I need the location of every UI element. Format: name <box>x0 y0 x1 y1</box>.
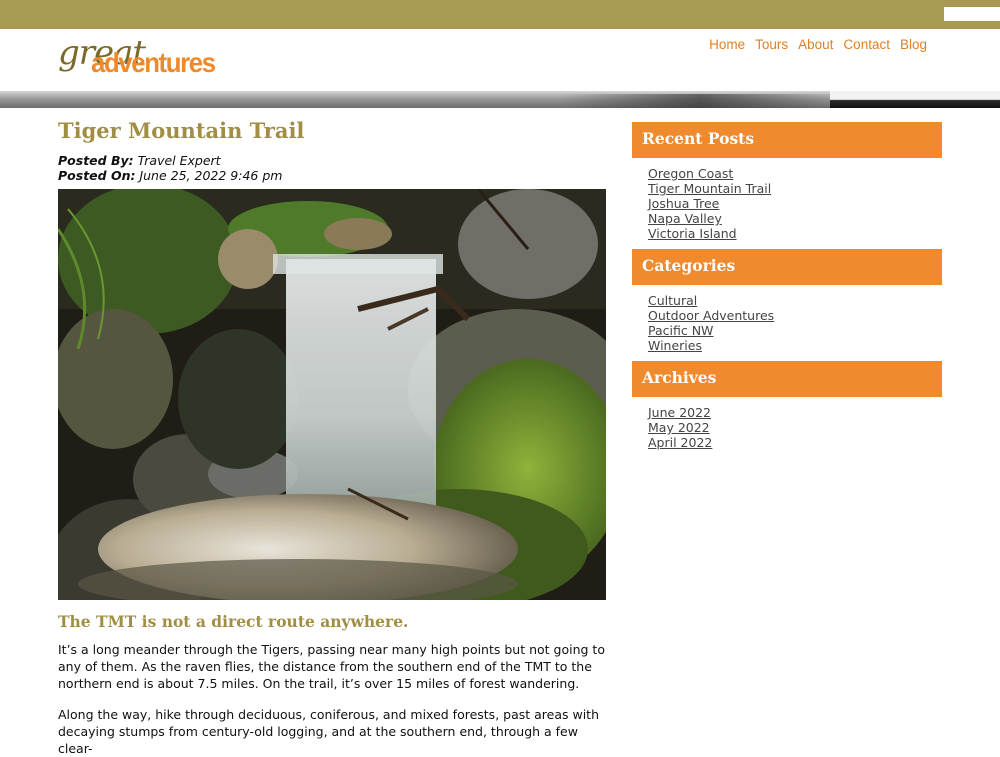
recent-post-link[interactable]: Joshua Tree <box>648 196 719 211</box>
categories-list: Cultural Outdoor Adventures Pacific NW W… <box>632 285 942 361</box>
nav-about[interactable]: About <box>798 37 833 52</box>
recent-post-link[interactable]: Oregon Coast <box>648 166 733 181</box>
list-item: Outdoor Adventures <box>648 308 942 323</box>
archive-link[interactable]: June 2022 <box>648 405 711 420</box>
archive-link[interactable]: May 2022 <box>648 420 710 435</box>
archives-list: June 2022 May 2022 April 2022 <box>632 397 942 458</box>
list-item: Oregon Coast <box>648 166 942 181</box>
main-nav: Home Tours About Contact Blog <box>709 37 927 52</box>
site-logo[interactable]: great adventures <box>58 33 238 83</box>
posted-on-line: Posted On: June 25, 2022 9:46 pm <box>58 168 606 183</box>
post-author: Travel Expert <box>137 153 221 168</box>
site-header: great adventures Home Tours About Contac… <box>0 29 1000 91</box>
recent-post-link[interactable]: Napa Valley <box>648 211 722 226</box>
list-item: Napa Valley <box>648 211 942 226</box>
posted-by-label: Posted By: <box>58 153 134 168</box>
list-item: Tiger Mountain Trail <box>648 181 942 196</box>
list-item: Joshua Tree <box>648 196 942 211</box>
category-link[interactable]: Outdoor Adventures <box>648 308 774 323</box>
post-paragraph-1: It’s a long meander through the Tigers, … <box>58 642 605 691</box>
post-meta: Posted By: Travel Expert Posted On: June… <box>58 153 606 183</box>
list-item: Victoria Island <box>648 226 942 241</box>
post-date: June 25, 2022 9:46 pm <box>139 168 283 183</box>
nav-home[interactable]: Home <box>709 37 745 52</box>
list-item: June 2022 <box>648 405 942 420</box>
header-banner-image <box>0 91 1000 108</box>
posted-on-label: Posted On: <box>58 168 136 183</box>
recent-post-link[interactable]: Victoria Island <box>648 226 737 241</box>
archive-link[interactable]: April 2022 <box>648 435 712 450</box>
recent-posts-heading: Recent Posts <box>632 122 942 158</box>
sidebar: Recent Posts Oregon Coast Tiger Mountain… <box>632 122 942 458</box>
nav-tours[interactable]: Tours <box>755 37 788 52</box>
list-item: Pacific NW <box>648 323 942 338</box>
recent-posts-list: Oregon Coast Tiger Mountain Trail Joshua… <box>632 158 942 249</box>
logo-adventures-text: adventures <box>91 47 216 78</box>
waterfall-photo <box>58 189 606 600</box>
post-paragraph-2: Along the way, hike through deciduous, c… <box>58 707 600 756</box>
archives-heading: Archives <box>632 361 942 397</box>
nav-contact[interactable]: Contact <box>843 37 890 52</box>
nav-blog[interactable]: Blog <box>900 37 927 52</box>
category-link[interactable]: Cultural <box>648 293 697 308</box>
recent-post-link[interactable]: Tiger Mountain Trail <box>648 181 771 196</box>
category-link[interactable]: Pacific NW <box>648 323 713 338</box>
categories-heading: Categories <box>632 249 942 285</box>
post-content: Tiger Mountain Trail Posted By: Travel E… <box>58 118 606 757</box>
post-subheading: The TMT is not a direct route anywhere. <box>58 612 409 631</box>
list-item: Wineries <box>648 338 942 353</box>
top-bar <box>0 0 1000 29</box>
banner-shadow <box>560 94 840 108</box>
search-input[interactable] <box>944 7 1000 21</box>
posted-by-line: Posted By: Travel Expert <box>58 153 606 168</box>
list-item: May 2022 <box>648 420 942 435</box>
post-title: Tiger Mountain Trail <box>58 118 305 143</box>
list-item: Cultural <box>648 293 942 308</box>
list-item: April 2022 <box>648 435 942 450</box>
category-link[interactable]: Wineries <box>648 338 702 353</box>
